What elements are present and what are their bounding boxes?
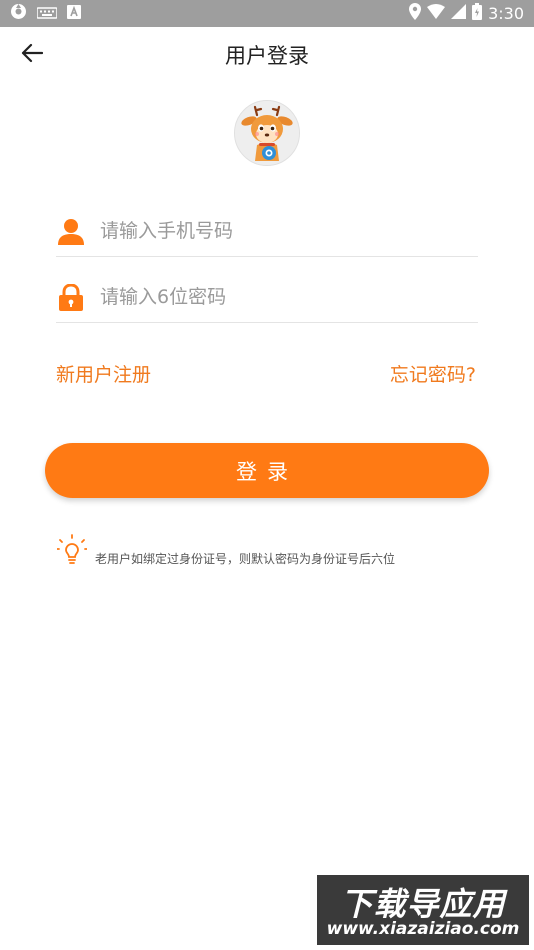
status-bar-right: 3:30 [409,3,534,24]
status-bar: 3:30 [0,0,534,27]
tip: 老用户如绑定过身份证号，则默认密码为身份证号后六位 [56,534,396,570]
location-icon [409,3,422,24]
battery-icon [472,3,483,24]
watermark-url: www.xiazaiziao.com [326,919,520,939]
user-icon [58,218,84,246]
register-link[interactable]: 新用户注册 [56,360,151,387]
login-button[interactable]: 登录 [45,443,489,498]
password-field [56,274,478,323]
password-input[interactable] [100,280,470,314]
status-bar-left [0,3,81,24]
sync-icon [10,3,27,24]
forgot-password-link[interactable]: 忘记密码? [390,360,476,387]
tip-text: 老用户如绑定过身份证号，则默认密码为身份证号后六位 [95,551,396,566]
keyboard-icon [36,4,58,23]
text-a-icon [67,4,81,23]
signal-icon [451,4,467,23]
status-time: 3:30 [488,4,524,23]
lightbulb-icon [56,534,88,570]
wifi-icon [427,4,446,23]
watermark: 下载导应用 www.xiazaiziao.com [317,875,529,945]
avatar [234,100,300,166]
phone-input[interactable] [100,214,470,248]
phone-field [56,208,478,257]
deer-mascot-icon [235,101,299,165]
lock-icon [58,283,84,312]
toolbar: 用户登录 [0,27,534,81]
page-title: 用户登录 [225,44,309,68]
